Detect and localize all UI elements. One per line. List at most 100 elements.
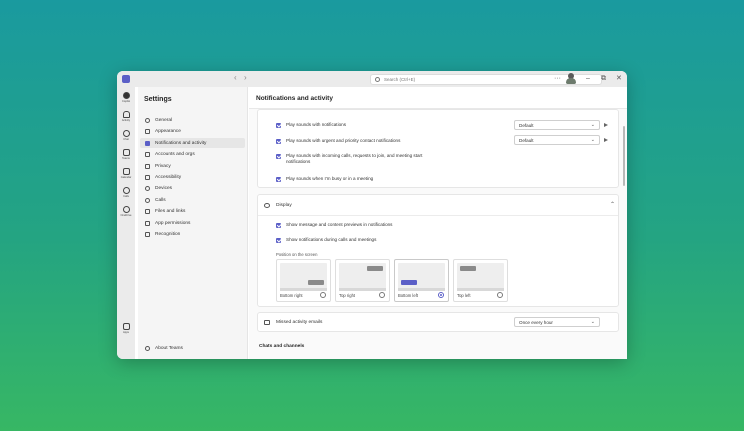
- teams-icon: [122, 149, 130, 156]
- settings-item-notifications[interactable]: Notifications and activity: [140, 138, 245, 148]
- checkbox-checked[interactable]: [276, 122, 281, 128]
- settings-item-label: App permissions: [155, 220, 191, 226]
- position-name: Top right: [339, 293, 356, 298]
- missed-activity-dropdown[interactable]: Once every hour ⌄: [514, 317, 600, 327]
- forward-arrow-icon[interactable]: ›: [244, 73, 247, 82]
- checkbox-label: Play sounds with urgent and priority con…: [286, 138, 401, 143]
- position-radio[interactable]: [379, 292, 385, 298]
- settings-item-files[interactable]: Files and links: [140, 206, 245, 216]
- rail-label: Activity: [121, 119, 131, 122]
- toast-preview: [401, 280, 417, 285]
- position-bottom-right[interactable]: Bottom right: [276, 259, 331, 302]
- position-radio-selected[interactable]: [438, 292, 444, 298]
- position-name: Bottom left: [398, 293, 419, 298]
- accessibility-icon: [145, 174, 150, 180]
- position-radio[interactable]: [497, 292, 503, 298]
- rail-item-calls[interactable]: Calls: [117, 187, 135, 198]
- rail-label: Chat: [123, 138, 129, 141]
- copilot-icon: [122, 92, 130, 99]
- search-placeholder: Search (Ctrl+E): [384, 77, 416, 82]
- taskbar-preview: [280, 288, 327, 291]
- position-preview: [339, 263, 386, 291]
- search-icon: [375, 77, 380, 82]
- rail-item-calendar[interactable]: Calendar: [117, 168, 135, 179]
- urgent-sound-dropdown[interactable]: Default ⌄: [514, 135, 600, 145]
- settings-item-general[interactable]: General: [140, 115, 245, 125]
- missed-activity-label-row: Missed activity emails: [264, 320, 322, 325]
- display-section-header[interactable]: Display: [264, 203, 292, 208]
- close-button[interactable]: ✕: [616, 74, 622, 84]
- play-icon[interactable]: [604, 138, 608, 142]
- settings-item-app-permissions[interactable]: App permissions: [140, 218, 245, 228]
- position-top-right[interactable]: Top right: [335, 259, 390, 302]
- scrollbar[interactable]: [623, 126, 625, 186]
- chevron-down-icon: ⌄: [590, 137, 595, 143]
- rail-item-chat[interactable]: Chat: [117, 130, 135, 141]
- position-preview: [280, 263, 327, 291]
- settings-title: Settings: [144, 96, 172, 103]
- avatar[interactable]: [566, 73, 576, 84]
- settings-item-label: General: [155, 117, 173, 123]
- settings-item-devices[interactable]: Devices: [140, 183, 245, 193]
- divider: [258, 215, 618, 216]
- rail-item-copilot[interactable]: Copilot: [117, 92, 135, 103]
- rail-item-teams[interactable]: Teams: [117, 149, 135, 160]
- toast-preview: [460, 266, 476, 271]
- maximize-button[interactable]: ⧉: [601, 74, 606, 84]
- settings-item-appearance[interactable]: Appearance: [140, 126, 245, 136]
- play-icon[interactable]: [604, 123, 608, 127]
- about-teams-link[interactable]: About Teams: [145, 346, 183, 351]
- settings-item-accounts[interactable]: Accounts and orgs: [140, 149, 245, 159]
- chat-icon: [122, 130, 130, 137]
- mail-icon: [264, 320, 270, 325]
- checkbox-label: Play sounds with notifications: [286, 122, 347, 127]
- rail-item-activity[interactable]: Activity: [117, 111, 135, 122]
- chats-channels-header: Chats and channels: [259, 344, 305, 349]
- teams-logo-icon: [122, 75, 130, 83]
- eye-icon: [264, 203, 270, 208]
- checkbox-label: Play sounds when I'm busy or in a meetin…: [286, 176, 374, 181]
- sound-urgent-checkbox[interactable]: Play sounds with urgent and priority con…: [276, 138, 476, 144]
- minimize-button[interactable]: –: [586, 74, 590, 84]
- gear-icon: [145, 117, 150, 123]
- rail-label: OneDrive: [120, 214, 132, 217]
- settings-item-label: Privacy: [155, 163, 171, 169]
- settings-sidebar: Settings General Appearance Notification…: [138, 87, 248, 359]
- page-title: Notifications and activity: [256, 95, 333, 102]
- sound-calls-checkbox[interactable]: Play sounds with incoming calls, request…: [276, 153, 441, 165]
- sound-dropdown[interactable]: Default ⌄: [514, 120, 600, 130]
- sound-busy-checkbox[interactable]: Play sounds when I'm busy or in a meetin…: [276, 176, 476, 182]
- position-radio[interactable]: [320, 292, 326, 298]
- rail-item-apps[interactable]: Apps: [117, 323, 135, 334]
- rail-label: Teams: [122, 157, 130, 160]
- taskbar-preview: [339, 288, 386, 291]
- back-arrow-icon[interactable]: ‹: [234, 73, 237, 82]
- sounds-card: Play sounds with notifications Play soun…: [257, 109, 619, 188]
- rail-item-onedrive[interactable]: OneDrive: [117, 206, 135, 217]
- position-top-left[interactable]: Top left: [453, 259, 508, 302]
- position-label: Position on the screen: [276, 252, 318, 257]
- settings-item-calls[interactable]: Calls: [140, 195, 245, 205]
- headset-icon: [145, 185, 150, 191]
- settings-item-accessibility[interactable]: Accessibility: [140, 172, 245, 182]
- show-previews-checkbox[interactable]: Show message and content previews in not…: [276, 222, 392, 228]
- sound-notifications-checkbox[interactable]: Play sounds with notifications: [276, 122, 476, 128]
- app-rail: Copilot Activity Chat Teams Calendar Cal…: [117, 87, 135, 359]
- settings-item-label: Recognition: [155, 231, 181, 237]
- checkbox-checked[interactable]: [276, 176, 281, 182]
- checkbox-checked[interactable]: [276, 222, 281, 228]
- checkbox-checked[interactable]: [276, 237, 281, 243]
- checkbox-checked[interactable]: [276, 138, 281, 144]
- chevron-up-icon[interactable]: ⌃: [610, 201, 615, 208]
- dropdown-value: Default: [519, 122, 534, 128]
- more-options-button[interactable]: ···: [554, 74, 561, 84]
- chevron-down-icon: ⌄: [590, 319, 595, 325]
- checkbox-checked[interactable]: [276, 153, 281, 159]
- position-bottom-left[interactable]: Bottom left: [394, 259, 449, 302]
- show-during-calls-checkbox[interactable]: Show notifications during calls and meet…: [276, 237, 376, 243]
- settings-item-privacy[interactable]: Privacy: [140, 161, 245, 171]
- position-preview: [398, 263, 445, 291]
- settings-item-recognition[interactable]: Recognition: [140, 229, 245, 239]
- settings-item-label: Calls: [155, 197, 166, 203]
- dropdown-value: Default: [519, 137, 534, 143]
